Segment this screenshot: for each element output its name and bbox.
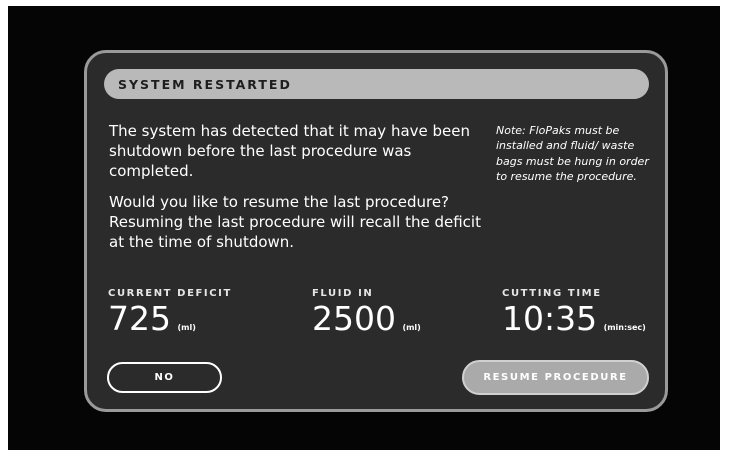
message-resume-question: Would you like to resume the last proced… bbox=[109, 193, 481, 251]
cutting-time-value: 10:35 bbox=[502, 299, 598, 338]
dialog-title-bar: SYSTEM RESTARTED bbox=[104, 69, 649, 99]
current-deficit-value: 725 bbox=[108, 299, 171, 338]
cutting-time-label: CUTTING TIME bbox=[502, 288, 602, 299]
message-detected-shutdown: The system has detected that it may have… bbox=[109, 122, 471, 180]
cutting-time-unit: (min:sec) bbox=[603, 323, 646, 332]
dialog-message: The system has detected that it may have… bbox=[109, 121, 489, 263]
current-deficit-label: CURRENT DEFICIT bbox=[108, 288, 232, 299]
no-button[interactable]: NO bbox=[107, 362, 222, 393]
cutting-time-stat: CUTTING TIME 10:35 (min:sec) bbox=[502, 288, 646, 337]
fluid-in-stat: FLUID IN 2500 (ml) bbox=[312, 288, 421, 337]
fluid-in-unit: (ml) bbox=[402, 323, 421, 332]
resume-procedure-button[interactable]: RESUME PROCEDURE bbox=[462, 360, 649, 395]
fluid-in-value: 2500 bbox=[312, 299, 396, 338]
dialog-title: SYSTEM RESTARTED bbox=[118, 76, 292, 92]
flopaks-note: Note: FloPaks must be installed and flui… bbox=[496, 124, 649, 184]
fluid-in-label: FLUID IN bbox=[312, 288, 374, 299]
current-deficit-stat: CURRENT DEFICIT 725 (ml) bbox=[108, 288, 232, 337]
current-deficit-unit: (ml) bbox=[177, 323, 196, 332]
